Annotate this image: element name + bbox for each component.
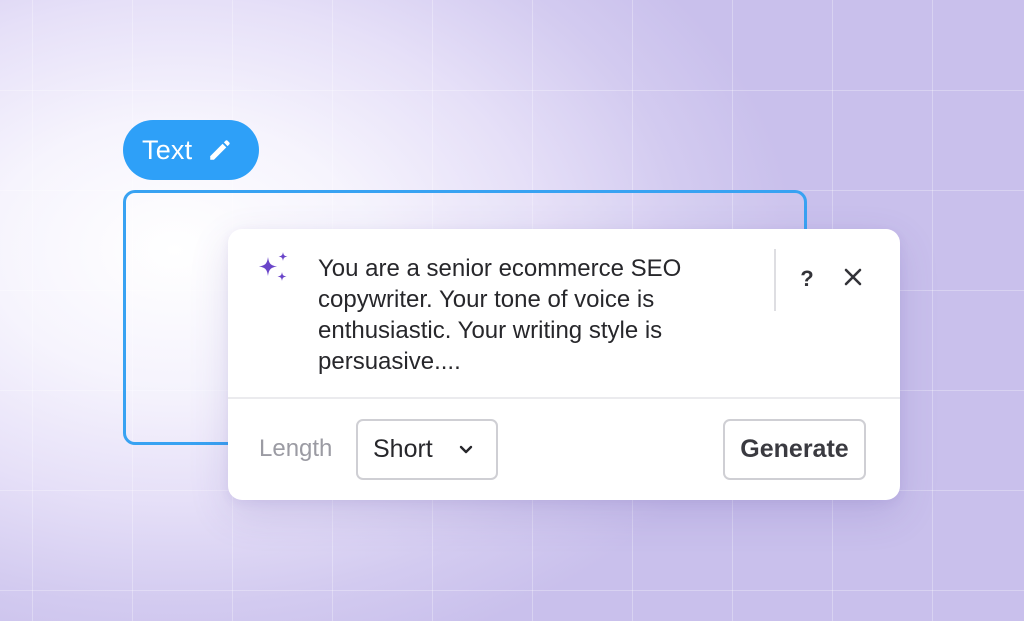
sparkle-icon: [256, 251, 292, 287]
header-divider: [774, 249, 776, 311]
pencil-icon[interactable]: [206, 136, 234, 164]
close-button[interactable]: [839, 265, 867, 293]
text-chip-label: Text: [142, 134, 193, 165]
length-select[interactable]: Short: [356, 419, 498, 480]
length-select-value: Short: [373, 435, 433, 463]
ai-prompt-popup: You are a senior ecommerce SEO copywrite…: [228, 229, 900, 500]
help-button[interactable]: ?: [793, 261, 821, 297]
length-label: Length: [259, 435, 333, 462]
close-icon: [844, 268, 862, 291]
text-chip[interactable]: Text: [123, 120, 259, 180]
prompt-text[interactable]: You are a senior ecommerce SEO copywrite…: [318, 253, 768, 377]
generate-button[interactable]: Generate: [723, 419, 866, 480]
popup-divider: [228, 397, 900, 399]
chevron-down-icon: [458, 443, 474, 457]
